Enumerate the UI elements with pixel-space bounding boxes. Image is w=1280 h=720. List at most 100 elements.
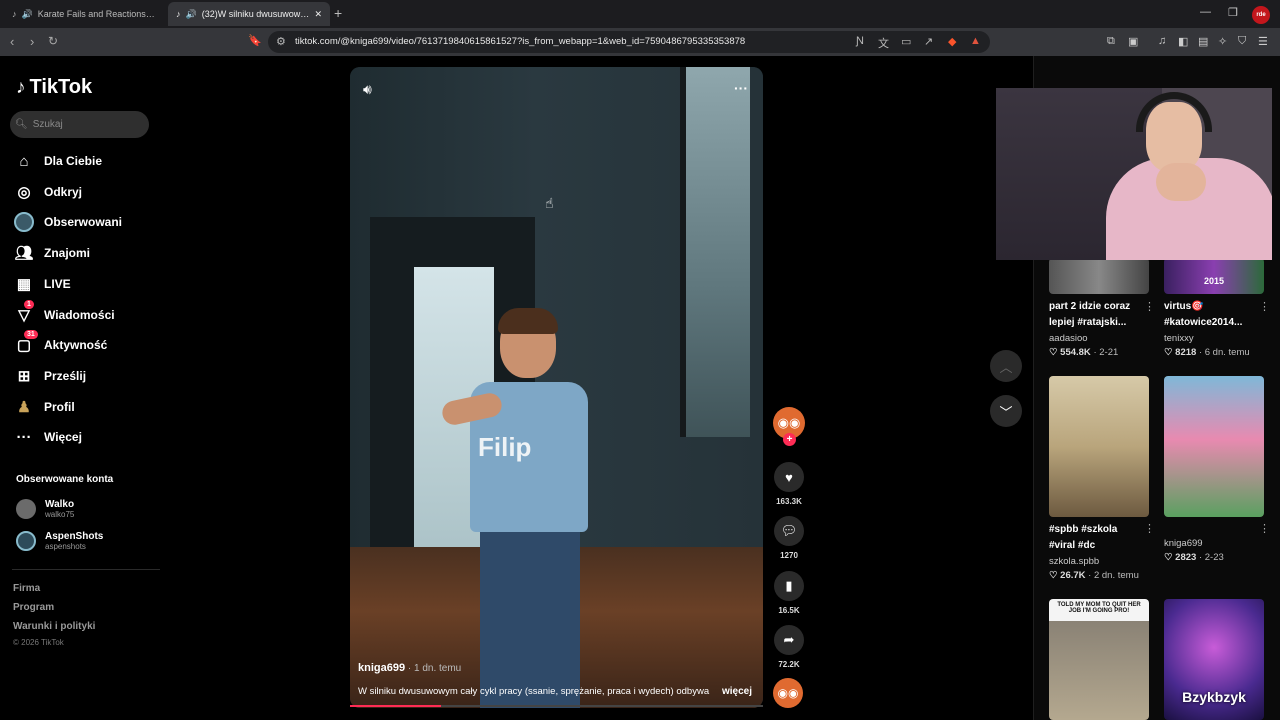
restore-icon[interactable]: ❐ bbox=[1228, 6, 1238, 19]
wallet-icon[interactable]: ▣ bbox=[1128, 35, 1138, 48]
card-more-icon[interactable]: ⋮ bbox=[1144, 300, 1155, 313]
card-meta: ♡ 8218 · 6 dn. temu bbox=[1164, 347, 1250, 358]
nav-item-znajomi[interactable]: 👥︎ Znajomi bbox=[14, 243, 90, 263]
caption-more-link[interactable]: więcej bbox=[722, 686, 752, 697]
back-icon[interactable]: ‹ bbox=[10, 34, 14, 49]
next-video-button[interactable]: ﹀ bbox=[990, 395, 1022, 427]
ai-icon[interactable]: ✧ bbox=[1218, 35, 1227, 48]
followed-account[interactable]: AspenShots aspenshots bbox=[16, 531, 103, 551]
card-author[interactable]: kniga699 bbox=[1164, 538, 1264, 549]
wallet2-icon[interactable]: ▤ bbox=[1198, 35, 1208, 48]
nav-item-profil[interactable]: ♟ Profil bbox=[14, 397, 75, 417]
search-placeholder: Szukaj bbox=[32, 119, 63, 130]
share-icon[interactable]: ↗ bbox=[924, 35, 933, 48]
follow-plus-icon[interactable]: + bbox=[783, 433, 796, 446]
nav-item-odkryj[interactable]: ◎ Odkryj bbox=[14, 182, 82, 202]
tab-title: Karate Fails and Reactions | TikTo bbox=[37, 9, 156, 19]
tiktok-note-icon: ♪ bbox=[16, 76, 26, 98]
video-author-line[interactable]: kniga699 · 1 dn. temu bbox=[358, 662, 461, 674]
url-text: tiktok.com/@kniga699/video/7613719840615… bbox=[295, 36, 746, 47]
recommended-video-card[interactable]: part 2 idzie coraz lepiej #ratajski... aa… bbox=[1049, 258, 1155, 358]
recommended-video-card[interactable]: kniga699 ♡ 2823 · 2-23 ⋮ bbox=[1164, 376, 1270, 563]
comment-button[interactable]: 💬︎ 1270 bbox=[772, 516, 806, 560]
nav-label: Więcej bbox=[44, 430, 82, 444]
video-thumbnail[interactable]: Bzykbzyk bbox=[1164, 599, 1264, 720]
like-button[interactable]: ♥ 163.3K bbox=[772, 462, 806, 506]
account-handle: aspenshots bbox=[45, 542, 86, 551]
search-input[interactable]: 🔍︎ Szukaj bbox=[10, 111, 149, 138]
nav-item-wiecej[interactable]: ··· Więcej bbox=[14, 427, 82, 447]
video-progress-fill bbox=[350, 705, 441, 707]
recommended-video-card[interactable]: Bzykbzyk bbox=[1164, 599, 1264, 720]
card-more-icon[interactable]: ⋮ bbox=[1144, 522, 1155, 535]
card-more-icon[interactable]: ⋮ bbox=[1259, 300, 1270, 313]
footer-link-program[interactable]: Program bbox=[13, 602, 54, 613]
browser-tab[interactable]: ♪ 🔊 Karate Fails and Reactions | TikTo bbox=[4, 2, 164, 26]
menu-icon[interactable]: ☰ bbox=[1258, 35, 1268, 48]
previous-video-button[interactable]: ︿ bbox=[990, 350, 1022, 382]
nav-item-obserwowani[interactable]: Obserwowani bbox=[14, 212, 122, 232]
cast-icon[interactable]: ▭ bbox=[901, 35, 911, 48]
share-button[interactable]: ➦ 72.2K bbox=[772, 625, 806, 669]
reader-icon[interactable]: Ɲ bbox=[856, 35, 864, 47]
translate-icon[interactable]: 文 bbox=[878, 35, 889, 51]
sidebar-divider bbox=[12, 569, 160, 570]
bookmark-icon[interactable]: 🔖 bbox=[248, 34, 262, 47]
recommended-video-card[interactable]: #spbb #szkola #viral #dc szkola.spbb ♡ 26… bbox=[1049, 376, 1155, 581]
sidebar-toggle-icon[interactable]: ◧ bbox=[1178, 35, 1188, 48]
music-disc-icon[interactable]: ◉◉ bbox=[773, 678, 803, 708]
video-thumbnail[interactable]: TOLD MY MOM TO QUIT HER JOB I'M GOING PR… bbox=[1049, 599, 1149, 720]
tiktok-favicon-icon: ♪ bbox=[12, 9, 17, 19]
vpn-icon[interactable]: ⛉ bbox=[1238, 35, 1246, 48]
browser-tab-bar: ♪ 🔊 Karate Fails and Reactions | TikTo ♪… bbox=[0, 0, 1280, 28]
share-arrow-icon: ➦ bbox=[774, 625, 804, 655]
video-author[interactable]: kniga699 bbox=[358, 662, 405, 674]
address-bar[interactable]: ⚙ tiktok.com/@kniga699/video/76137198406… bbox=[268, 31, 990, 53]
close-tab-icon[interactable]: ✕ bbox=[314, 9, 322, 20]
card-author[interactable]: tenixxy bbox=[1164, 333, 1264, 344]
recommended-video-card[interactable]: TOLD MY MOM TO QUIT HER JOB I'M GOING PR… bbox=[1049, 599, 1149, 720]
nav-label: Wiadomości bbox=[44, 308, 115, 322]
minimize-icon[interactable]: — bbox=[1200, 6, 1211, 18]
video-thumbnail[interactable] bbox=[1049, 258, 1149, 294]
save-button[interactable]: ▮ 16.5K bbox=[772, 571, 806, 615]
music-icon[interactable]: ♫ bbox=[1158, 35, 1166, 47]
footer-link-firma[interactable]: Firma bbox=[13, 583, 40, 594]
nav-label: Profil bbox=[44, 400, 75, 414]
video-more-options-icon[interactable]: ··· bbox=[734, 80, 748, 96]
browser-tab-active[interactable]: ♪ 🔊 (32)W silniku dwusuwowym c ✕ bbox=[168, 2, 330, 26]
forward-icon[interactable]: › bbox=[30, 34, 34, 49]
card-author[interactable]: aadasioo bbox=[1049, 333, 1149, 344]
video-thumbnail[interactable] bbox=[1164, 376, 1264, 517]
brave-shield-icon[interactable]: ◆ bbox=[948, 35, 956, 48]
new-tab-button[interactable]: + bbox=[334, 5, 342, 21]
volume-icon[interactable]: 🔊︎ bbox=[363, 81, 372, 98]
messages-badge: 1 bbox=[24, 300, 34, 309]
nav-item-live[interactable]: ▦ LIVE bbox=[14, 274, 71, 294]
nav-item-dla-ciebie[interactable]: ⌂ Dla Ciebie bbox=[14, 151, 102, 171]
card-more-icon[interactable]: ⋮ bbox=[1259, 522, 1270, 535]
webcam-person-hand bbox=[1156, 163, 1206, 201]
heart-icon: ♥ bbox=[774, 462, 804, 492]
video-thumbnail[interactable] bbox=[1049, 376, 1149, 517]
nav-item-przeslij[interactable]: ⊞ Prześlij bbox=[14, 366, 86, 386]
home-icon: ⌂ bbox=[19, 152, 29, 170]
recommended-video-card[interactable]: 2015 virtus🎯 #katowice2014... tenixxy ♡ 8… bbox=[1164, 258, 1270, 358]
reload-icon[interactable]: ↻ bbox=[48, 34, 58, 48]
nav-item-wiadomosci[interactable]: ▽ 1 Wiadomości bbox=[14, 300, 115, 325]
footer-link-terms[interactable]: Warunki i polityki bbox=[13, 621, 95, 632]
person-hair bbox=[498, 308, 558, 334]
profile-avatar[interactable]: rde bbox=[1252, 6, 1270, 24]
video-thumbnail[interactable]: 2015 bbox=[1164, 258, 1264, 294]
extensions-icon[interactable]: ⧉ bbox=[1107, 35, 1115, 48]
nav-item-aktywnosc[interactable]: ▢ 31 Aktywność bbox=[14, 330, 108, 355]
rewards-icon[interactable]: ▲ bbox=[970, 35, 981, 47]
video-player[interactable]: Filip bbox=[350, 67, 763, 708]
video-progress-bar[interactable] bbox=[350, 705, 763, 707]
nav-label: Aktywność bbox=[44, 338, 108, 352]
site-settings-icon[interactable]: ⚙ bbox=[276, 35, 286, 48]
tiktok-logo[interactable]: ♪ TikTok bbox=[16, 76, 92, 99]
card-author[interactable]: szkola.spbb bbox=[1049, 556, 1149, 567]
avatar bbox=[16, 531, 36, 551]
followed-account[interactable]: Walko walko75 bbox=[16, 499, 74, 519]
